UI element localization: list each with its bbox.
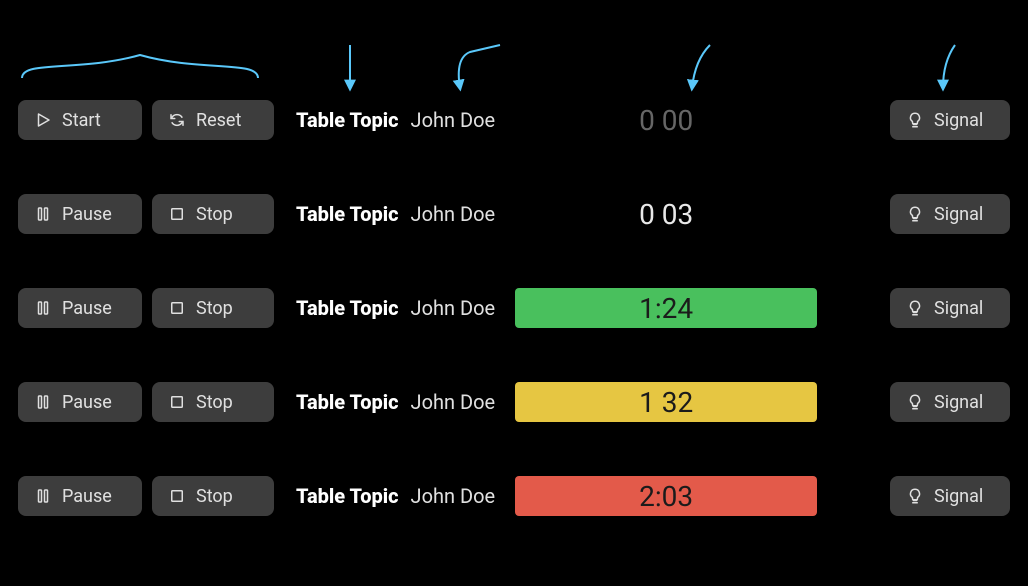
stop-icon <box>168 299 186 317</box>
stop-label: Stop <box>196 298 233 319</box>
pause-button[interactable]: Pause <box>18 476 142 516</box>
timer-display: 1:24 <box>515 288 817 328</box>
stop-button[interactable]: Stop <box>152 382 274 422</box>
stop-button[interactable]: Stop <box>152 194 274 234</box>
start-label: Start <box>62 110 101 131</box>
signal-button[interactable]: Signal <box>890 476 1010 516</box>
signal-button[interactable]: Signal <box>890 382 1010 422</box>
stop-label: Stop <box>196 486 233 507</box>
stop-icon <box>168 393 186 411</box>
stop-button[interactable]: Stop <box>152 288 274 328</box>
lightbulb-icon <box>906 487 924 505</box>
pause-label: Pause <box>62 486 112 507</box>
lightbulb-icon <box>906 393 924 411</box>
signal-label: Signal <box>934 110 983 131</box>
pause-icon <box>34 487 52 505</box>
timer-display: 0 03 <box>515 194 817 234</box>
lightbulb-icon <box>906 299 924 317</box>
speech-type-label: Table Topic <box>296 390 399 414</box>
signal-label: Signal <box>934 298 983 319</box>
reset-icon <box>168 111 186 129</box>
speaker-name: John Doe <box>411 202 496 226</box>
start-button[interactable]: Start <box>18 100 142 140</box>
pause-icon <box>34 299 52 317</box>
speech-type-label: Table Topic <box>296 484 399 508</box>
stop-icon <box>168 487 186 505</box>
pause-label: Pause <box>62 298 112 319</box>
signal-label: Signal <box>934 392 983 413</box>
stop-label: Stop <box>196 392 233 413</box>
timer-row: Pause Stop Table Topic John Doe 2:03 Signal <box>18 476 1010 516</box>
timer-display: 0 00 <box>515 100 817 140</box>
pause-label: Pause <box>62 392 112 413</box>
timer-row: Pause Stop Table Topic John Doe 1:24 Signal <box>18 288 1010 328</box>
signal-button[interactable]: Signal <box>890 100 1010 140</box>
lightbulb-icon <box>906 111 924 129</box>
reset-label: Reset <box>196 110 241 131</box>
timer-row: Start Reset Table Topic John Doe 0 00 Signal <box>18 100 1010 140</box>
pause-button[interactable]: Pause <box>18 194 142 234</box>
stop-icon <box>168 205 186 223</box>
stop-button[interactable]: Stop <box>152 476 274 516</box>
stop-label: Stop <box>196 204 233 225</box>
pause-label: Pause <box>62 204 112 225</box>
signal-label: Signal <box>934 486 983 507</box>
timer-row: Pause Stop Table Topic John Doe 0 03 Signal <box>18 194 1010 234</box>
signal-label: Signal <box>934 204 983 225</box>
pause-icon <box>34 393 52 411</box>
timer-display: 2:03 <box>515 476 817 516</box>
speech-type-label: Table Topic <box>296 202 399 226</box>
signal-button[interactable]: Signal <box>890 288 1010 328</box>
timer-row: Pause Stop Table Topic John Doe 1 32 Signal <box>18 382 1010 422</box>
speaker-name: John Doe <box>411 484 496 508</box>
speaker-name: John Doe <box>411 390 496 414</box>
lightbulb-icon <box>906 205 924 223</box>
timer-rows: StartResetTable TopicJohn Doe0 00SignalP… <box>0 0 1028 516</box>
speaker-name: John Doe <box>411 108 496 132</box>
pause-button[interactable]: Pause <box>18 382 142 422</box>
pause-button[interactable]: Pause <box>18 288 142 328</box>
speech-type-label: Table Topic <box>296 108 399 132</box>
pause-icon <box>34 205 52 223</box>
timer-display: 1 32 <box>515 382 817 422</box>
speech-type-label: Table Topic <box>296 296 399 320</box>
speaker-name: John Doe <box>411 296 496 320</box>
signal-button[interactable]: Signal <box>890 194 1010 234</box>
reset-button[interactable]: Reset <box>152 100 274 140</box>
play-icon <box>34 111 52 129</box>
